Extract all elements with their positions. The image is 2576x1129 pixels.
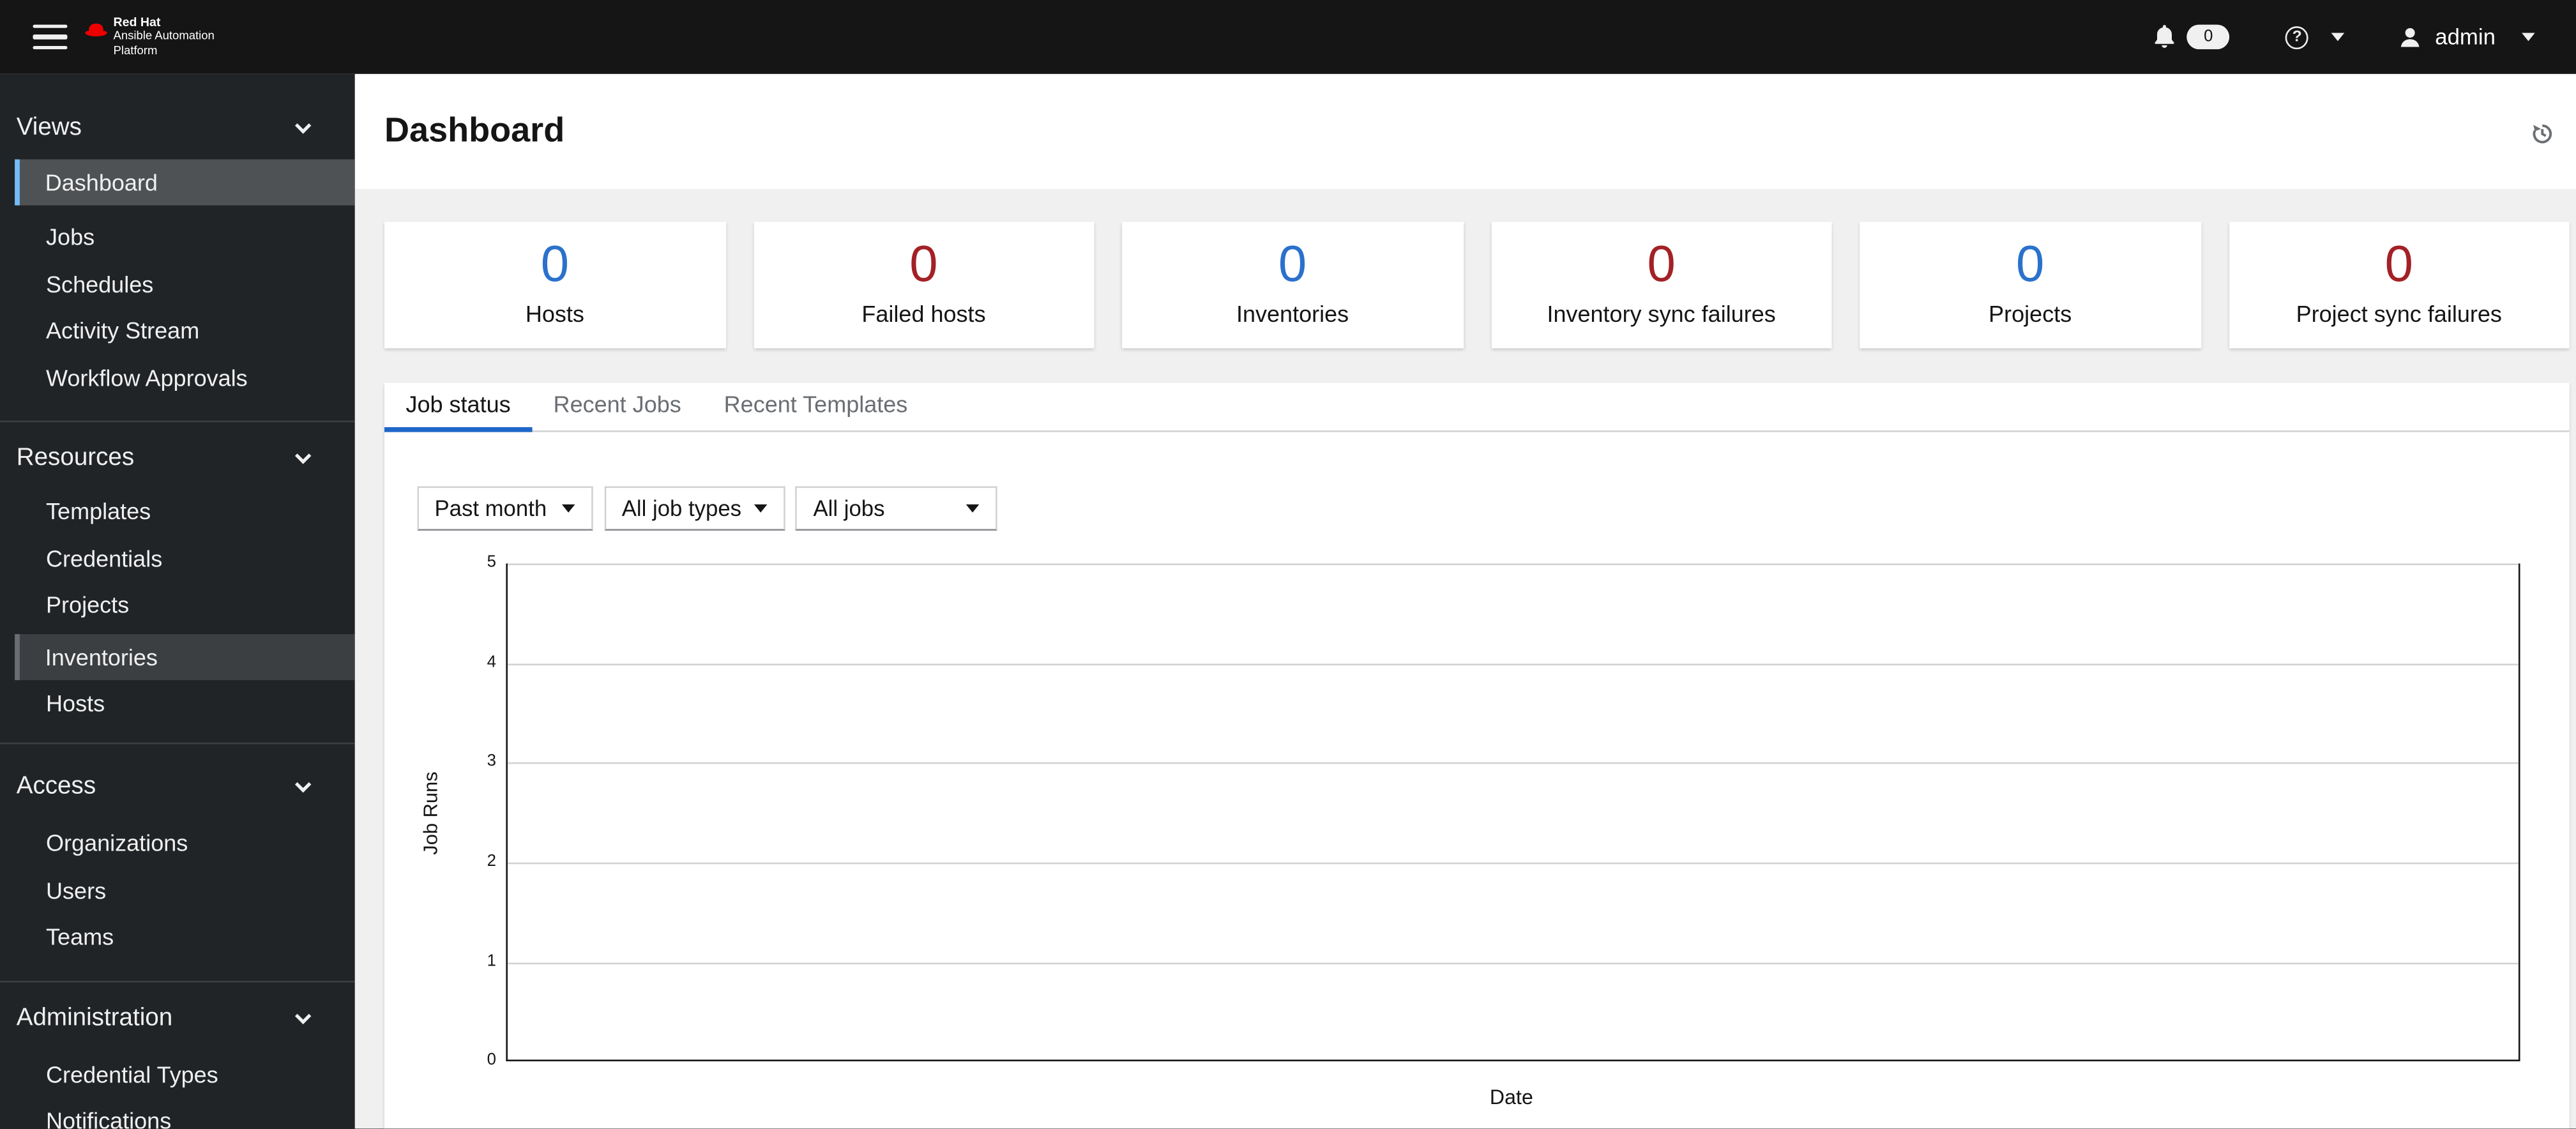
nav-section-access[interactable]: Access	[17, 767, 338, 803]
gridline	[507, 563, 2519, 566]
caret-down-icon	[966, 503, 980, 512]
y-tick-label: 4	[487, 653, 496, 672]
page-header: Dashboard	[354, 73, 2576, 189]
chevron-down-icon	[294, 446, 312, 464]
sidebar-item-credential-types[interactable]: Credential Types	[15, 1050, 355, 1096]
user-icon	[2401, 27, 2420, 47]
card-label: Failed hosts	[861, 300, 986, 327]
nav-toggle-button[interactable]	[33, 24, 68, 50]
x-axis-label: Date	[1489, 1085, 1533, 1109]
app-root: Red Hat Ansible Automation Platform 0 ? …	[0, 0, 2576, 1129]
tab-recent-templates[interactable]: Recent Templates	[702, 382, 929, 432]
bars-icon	[33, 34, 68, 40]
card-label: Inventories	[1236, 300, 1349, 327]
masthead: Red Hat Ansible Automation Platform 0 ? …	[0, 0, 2576, 74]
sidebar-divider	[0, 741, 355, 744]
summary-cards: 0 Hosts 0 Failed hosts 0 Inventories 0 I…	[384, 222, 2570, 349]
job-filter-select[interactable]: All jobs	[795, 485, 997, 530]
dashboard-panel: Job status Recent Jobs Recent Templates …	[384, 382, 2570, 1129]
card-label: Project sync failures	[2296, 300, 2502, 327]
card-project-sync-failures: 0 Project sync failures	[2228, 222, 2570, 349]
tab-recent-jobs[interactable]: Recent Jobs	[532, 382, 702, 432]
projects-count-link[interactable]: 0	[2016, 236, 2044, 291]
tab-job-status[interactable]: Job status	[384, 382, 533, 432]
gridline	[507, 862, 2519, 865]
card-failed-hosts: 0 Failed hosts	[753, 222, 1095, 349]
y-tick-label: 1	[487, 952, 496, 971]
sidebar-item-templates[interactable]: Templates	[15, 488, 355, 534]
sidebar-item-notifications[interactable]: Notifications	[15, 1098, 355, 1129]
y-axis-label: Job Runs	[419, 770, 443, 854]
card-projects: 0 Projects	[1860, 222, 2201, 349]
gridline	[507, 962, 2519, 964]
brand-line3: Platform	[113, 42, 158, 57]
inventories-count-link[interactable]: 0	[1278, 236, 1307, 291]
sidebar-divider	[0, 980, 355, 982]
chevron-down-icon	[294, 116, 312, 133]
sidebar-item-projects[interactable]: Projects	[15, 582, 355, 628]
card-inventory-sync-failures: 0 Inventory sync failures	[1490, 222, 1832, 349]
failed-hosts-count-link[interactable]: 0	[909, 236, 937, 291]
history-icon[interactable]	[2530, 121, 2555, 146]
sidebar-divider	[0, 420, 355, 421]
sidebar-item-dashboard[interactable]: Dashboard	[15, 158, 355, 205]
sidebar-item-inventories[interactable]: Inventories	[15, 633, 355, 679]
gridline	[507, 762, 2519, 765]
hosts-count-link[interactable]: 0	[541, 236, 569, 291]
card-label: Inventory sync failures	[1547, 300, 1776, 327]
sidebar-item-credentials[interactable]: Credentials	[15, 534, 355, 580]
nav-section-administration[interactable]: Administration	[17, 999, 338, 1035]
job-runs-chart	[506, 563, 2520, 1062]
dashboard-tabs: Job status Recent Jobs Recent Templates	[384, 382, 2570, 432]
sidebar-item-activity-stream[interactable]: Activity Stream	[15, 307, 355, 353]
sidebar-nav: Views Dashboard Jobs Schedules Activity …	[0, 73, 355, 1129]
user-caret-down-icon[interactable]	[2522, 33, 2535, 42]
sidebar-item-workflow-approvals[interactable]: Workflow Approvals	[15, 354, 355, 400]
page-title: Dashboard	[384, 111, 565, 150]
sidebar-item-hosts[interactable]: Hosts	[15, 680, 355, 726]
y-tick-label: 0	[487, 1052, 496, 1070]
inventory-sync-failures-count-link[interactable]: 0	[1647, 236, 1675, 291]
nav-section-views[interactable]: Views	[17, 109, 338, 145]
sidebar-item-teams[interactable]: Teams	[15, 913, 355, 959]
job-type-select[interactable]: All job types	[603, 485, 785, 530]
sidebar-item-organizations[interactable]: Organizations	[15, 820, 355, 866]
brand-line2: Ansible Automation	[113, 28, 215, 43]
period-select[interactable]: Past month	[416, 485, 593, 530]
bars-icon	[33, 45, 68, 50]
question-circle-icon[interactable]: ?	[2285, 25, 2309, 49]
card-hosts: 0 Hosts	[384, 222, 725, 349]
card-inventories: 0 Inventories	[1122, 222, 1463, 349]
nav-section-resources[interactable]: Resources	[17, 439, 338, 475]
chevron-down-icon	[294, 775, 312, 792]
bars-icon	[33, 24, 68, 29]
user-menu-label[interactable]: admin	[2435, 25, 2496, 50]
sidebar-item-users[interactable]: Users	[15, 867, 355, 913]
y-tick-label: 5	[487, 553, 496, 572]
brand-logo: Red Hat Ansible Automation Platform	[84, 15, 215, 58]
sidebar-item-schedules[interactable]: Schedules	[15, 261, 355, 307]
chart-filters: Past month All job types All jobs	[416, 485, 2570, 530]
project-sync-failures-count-link[interactable]: 0	[2385, 236, 2413, 291]
caret-down-icon	[561, 503, 575, 512]
card-label: Projects	[1989, 300, 2072, 327]
sidebar-item-jobs[interactable]: Jobs	[15, 213, 355, 259]
help-caret-down-icon[interactable]	[2331, 33, 2345, 42]
caret-down-icon	[753, 503, 767, 512]
card-label: Hosts	[525, 300, 584, 327]
chevron-down-icon	[294, 1007, 312, 1024]
bell-icon[interactable]	[2154, 25, 2175, 50]
redhat-fedora-icon	[85, 22, 107, 36]
notification-count-badge[interactable]: 0	[2186, 24, 2230, 50]
gridline	[507, 663, 2519, 665]
